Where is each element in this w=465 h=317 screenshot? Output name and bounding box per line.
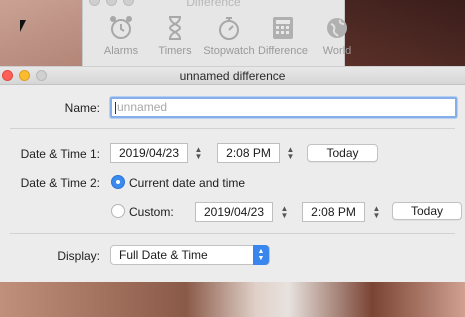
toolbar-world-label: World <box>322 45 352 57</box>
toolbar-stopwatch-label: Stopwatch <box>203 45 255 57</box>
dt1-today-button[interactable]: Today <box>307 144 378 162</box>
alarm-clock-icon <box>110 16 132 39</box>
stepper-down-icon: ▼ <box>194 152 203 161</box>
name-placeholder: unnamed <box>117 100 168 114</box>
current-datetime-radio[interactable] <box>111 175 125 189</box>
dt1-time-field[interactable]: 2:08 PM <box>217 143 280 163</box>
back-window-title: Difference <box>186 0 241 9</box>
display-value: Full Date & Time <box>119 248 208 262</box>
stepper-down-icon: ▼ <box>286 152 295 161</box>
difference-dialog: unnamed difference Name: unnamed Date & … <box>0 66 465 282</box>
text-caret <box>115 101 116 114</box>
toolbar-stopwatch[interactable]: Stopwatch <box>203 14 255 57</box>
display-popup[interactable]: Full Date & Time ▲ ▼ <box>110 245 270 265</box>
dt2-today-button[interactable]: Today <box>392 202 462 220</box>
toolbar-timers-label: Timers <box>158 45 192 57</box>
name-input[interactable]: unnamed <box>110 97 457 118</box>
stopwatch-icon <box>219 17 239 40</box>
wallpaper-bottom <box>0 282 465 317</box>
dt2-date-stepper[interactable]: ▲ ▼ <box>279 203 290 221</box>
dt2-time-stepper[interactable]: ▲ ▼ <box>371 203 382 221</box>
dt1-label: Date & Time 1: <box>20 147 100 161</box>
dialog-titlebar[interactable]: unnamed difference <box>0 67 465 85</box>
dt1-date-field[interactable]: 2019/04/23 <box>110 143 188 163</box>
hourglass-icon <box>168 16 182 40</box>
dt1-date-stepper[interactable]: ▲ ▼ <box>193 144 204 162</box>
separator-1 <box>10 128 455 129</box>
toolbar-timers[interactable]: Timers <box>153 14 197 57</box>
toolbar-world[interactable]: World <box>315 14 359 57</box>
mouse-cursor <box>20 20 26 32</box>
name-label: Name: <box>64 101 100 115</box>
clock-toolbar: Alarms Timers Stopwatch Difference World <box>99 14 359 57</box>
current-datetime-label: Current date and time <box>129 176 246 190</box>
display-label: Display: <box>57 249 100 263</box>
stepper-down-icon: ▼ <box>280 211 289 220</box>
globe-icon <box>327 18 347 38</box>
dt2-date-field[interactable]: 2019/04/23 <box>195 202 273 222</box>
calculator-icon <box>273 17 293 39</box>
toolbar-alarms[interactable]: Alarms <box>99 14 143 57</box>
toolbar-difference-label: Difference <box>258 45 308 57</box>
separator-2 <box>10 233 455 234</box>
dt1-time-stepper[interactable]: ▲ ▼ <box>285 144 296 162</box>
dt2-label: Date & Time 2: <box>20 176 100 190</box>
dt2-time-field[interactable]: 2:08 PM <box>302 202 365 222</box>
clock-app-window: Difference Alarms Timers Stopwatch Diffe… <box>82 0 351 70</box>
stepper-down-icon: ▼ <box>372 211 381 220</box>
custom-radio[interactable] <box>111 204 125 218</box>
popup-chevron-icon: ▲ ▼ <box>253 245 269 265</box>
custom-label: Custom: <box>129 205 174 219</box>
dialog-title: unnamed difference <box>179 69 286 83</box>
toolbar-difference[interactable]: Difference <box>258 14 308 57</box>
toolbar-alarms-label: Alarms <box>103 45 139 57</box>
